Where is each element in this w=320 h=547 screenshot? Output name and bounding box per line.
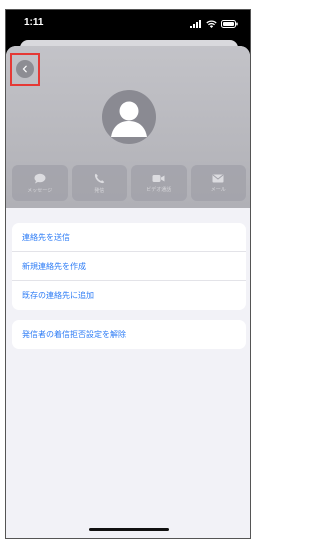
share-contact-row[interactable]: 連絡先を送信 — [12, 223, 246, 252]
mail-button[interactable]: メール — [190, 165, 246, 201]
home-indicator — [89, 528, 169, 531]
screenshot-frame: 1:11 メッセージ 発信 ビデオ通話 メール 連絡先を送信 新規連絡先を作成 … — [0, 0, 261, 547]
mail-label: メール — [210, 186, 226, 193]
phone-screen: 1:11 メッセージ 発信 ビデオ通話 メール 連絡先を送信 新規連絡先を作成 … — [5, 9, 251, 539]
create-new-contact-row[interactable]: 新規連絡先を作成 — [12, 252, 246, 281]
mail-icon — [212, 174, 224, 182]
message-icon — [34, 173, 46, 183]
wifi-icon — [206, 20, 217, 28]
video-icon — [152, 174, 165, 182]
block-options-group: 発信者の着信拒否設定を解除 — [12, 320, 246, 349]
message-button[interactable]: メッセージ — [12, 165, 68, 201]
video-call-label: ビデオ通話 — [146, 186, 172, 193]
phone-icon — [94, 173, 104, 183]
signal-icon — [190, 20, 201, 28]
message-label: メッセージ — [27, 187, 53, 194]
status-icons — [190, 19, 238, 29]
unblock-caller-row[interactable]: 発信者の着信拒否設定を解除 — [12, 320, 246, 349]
call-label: 発信 — [94, 187, 105, 194]
status-bar: 1:11 — [6, 10, 250, 44]
avatar — [102, 90, 156, 144]
battery-icon — [221, 20, 238, 28]
call-button[interactable]: 発信 — [71, 165, 127, 201]
contact-sheet: メッセージ 発信 ビデオ通話 メール 連絡先を送信 新規連絡先を作成 既存の連絡… — [6, 46, 250, 538]
person-silhouette-icon — [111, 101, 147, 137]
chevron-left-icon — [22, 65, 27, 73]
add-to-existing-contact-row[interactable]: 既存の連絡先に追加 — [12, 281, 246, 310]
action-buttons: メッセージ 発信 ビデオ通話 メール — [12, 165, 246, 201]
contact-header: メッセージ 発信 ビデオ通話 メール — [6, 46, 250, 208]
video-call-button[interactable]: ビデオ通話 — [131, 165, 187, 201]
status-time: 1:11 — [24, 17, 44, 28]
contact-options-group: 連絡先を送信 新規連絡先を作成 既存の連絡先に追加 — [12, 223, 246, 310]
back-button[interactable] — [16, 60, 34, 78]
